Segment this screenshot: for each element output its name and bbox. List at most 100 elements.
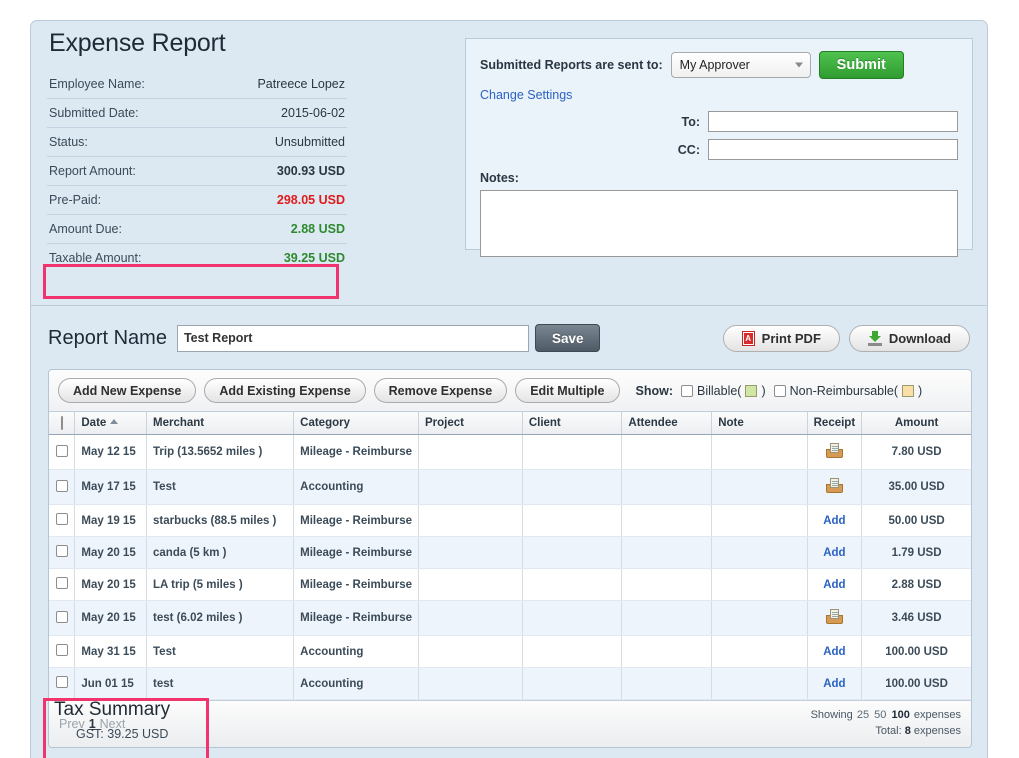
cell-receipt[interactable]	[807, 469, 863, 505]
row-checkbox[interactable]	[55, 577, 68, 589]
table-row[interactable]: May 20 15 test (6.02 miles ) Mileage - Rei…	[49, 600, 971, 636]
table-row[interactable]: Jun 01 15 test Accounting Add 100.00 USD	[49, 667, 971, 700]
showing-prefix: Showing	[810, 709, 853, 721]
cell-category: Mileage - Reimburse	[293, 434, 419, 470]
total-prefix: Total:	[875, 724, 902, 737]
cell-category: Mileage - Reimburse	[293, 536, 419, 569]
cell-receipt[interactable]: Add	[807, 536, 863, 569]
row-checkbox[interactable]	[55, 513, 68, 525]
report-name-input[interactable]	[176, 324, 529, 352]
receipt-icon[interactable]	[825, 443, 843, 458]
cell-merchant: Test	[146, 469, 295, 505]
cc-field-row: CC:	[480, 139, 958, 160]
row-select-cell[interactable]	[49, 600, 76, 636]
cell-receipt[interactable]: Add	[807, 635, 863, 668]
row-checkbox[interactable]	[55, 644, 68, 656]
non-reimbursable-checkbox[interactable]	[773, 384, 786, 397]
cell-project	[418, 600, 523, 636]
chevron-down-icon	[794, 62, 803, 68]
table-row[interactable]: May 12 15 Trip (13.5652 miles ) Mileage - …	[49, 434, 971, 470]
column-header-amount[interactable]: Amount	[861, 412, 971, 435]
cell-date: May 17 15	[74, 469, 148, 505]
per-page-100[interactable]: 100	[891, 709, 909, 721]
save-button[interactable]: Save	[534, 324, 601, 352]
pdf-icon	[741, 330, 755, 346]
add-receipt-link[interactable]: Add	[823, 547, 845, 559]
receipt-icon[interactable]	[825, 478, 843, 493]
cell-category: Accounting	[293, 635, 419, 668]
table-row[interactable]: May 20 15 LA trip (5 miles ) Mileage - Rei…	[49, 568, 971, 601]
add-receipt-link[interactable]: Add	[823, 678, 845, 690]
print-pdf-button[interactable]: Print PDF	[722, 324, 840, 352]
download-button[interactable]: Download	[848, 324, 970, 352]
billable-label: Billable(	[697, 383, 742, 398]
cell-date: May 20 15	[74, 600, 148, 636]
remove-expense-button[interactable]: Remove Expense	[373, 378, 508, 403]
add-existing-expense-button[interactable]: Add Existing Expense	[204, 378, 366, 403]
add-receipt-link[interactable]: Add	[823, 646, 845, 658]
row-checkbox[interactable]	[55, 610, 68, 623]
to-label: To:	[681, 114, 700, 129]
column-header-client[interactable]: Client	[522, 412, 623, 435]
column-header-note[interactable]: Note	[711, 412, 808, 435]
select-all-header[interactable]	[49, 412, 76, 435]
cell-client	[522, 536, 623, 569]
billable-checkbox[interactable]	[681, 384, 693, 397]
edit-multiple-button[interactable]: Edit Multiple	[515, 378, 620, 403]
notes-textarea[interactable]	[480, 190, 958, 257]
row-select-cell[interactable]	[49, 536, 76, 569]
cell-receipt[interactable]: Add	[807, 667, 863, 700]
cell-receipt[interactable]: Add	[807, 504, 863, 537]
cell-project	[418, 667, 523, 700]
column-header-attendee[interactable]: Attendee	[621, 412, 713, 435]
cell-note	[711, 469, 808, 505]
row-select-cell[interactable]	[49, 504, 76, 537]
add-receipt-link[interactable]: Add	[823, 579, 845, 591]
add-receipt-link[interactable]: Add	[823, 515, 845, 527]
tax-summary: Tax Summary GST: 39.25 USD	[48, 699, 308, 741]
cell-receipt[interactable]	[807, 600, 863, 636]
cell-merchant: test (6.02 miles )	[146, 600, 295, 636]
row-checkbox[interactable]	[55, 479, 68, 492]
summary-label: Employee Name:	[49, 77, 145, 91]
cell-category: Accounting	[293, 469, 419, 505]
column-header-date[interactable]: Date	[74, 412, 148, 435]
row-select-cell[interactable]	[49, 635, 76, 668]
to-input[interactable]	[708, 111, 958, 132]
column-header-category[interactable]: Category	[293, 412, 419, 435]
add-new-expense-button[interactable]: Add New Expense	[58, 378, 197, 403]
receipt-icon[interactable]	[825, 609, 843, 624]
change-settings-link[interactable]: Change Settings	[480, 88, 572, 102]
per-page-25[interactable]: 25	[857, 709, 869, 721]
row-checkbox[interactable]	[55, 545, 68, 557]
table-row[interactable]: May 20 15 canda (5 km ) Mileage - Reimburs…	[49, 536, 971, 569]
billable-filter[interactable]: Billable()	[681, 384, 766, 398]
column-header-receipt[interactable]: Receipt	[807, 412, 863, 435]
showing-info: Showing 25 50 100 expenses Total: 8 expe…	[811, 708, 961, 740]
non-reimbursable-filter[interactable]: Non-Reimbursable()	[773, 384, 922, 398]
cc-input[interactable]	[708, 139, 958, 160]
cell-date: May 12 15	[74, 434, 148, 470]
submit-button[interactable]: Submit	[818, 51, 904, 79]
summary-label: Report Amount:	[49, 164, 136, 178]
cell-receipt[interactable]: Add	[807, 568, 863, 601]
cell-attendee	[621, 434, 713, 470]
per-page-50[interactable]: 50	[874, 709, 886, 721]
column-header-project[interactable]: Project	[418, 412, 523, 435]
cell-project	[418, 635, 523, 668]
total-row: Total: 8 expenses	[811, 724, 961, 740]
row-checkbox[interactable]	[55, 676, 68, 688]
row-select-cell[interactable]	[49, 667, 76, 700]
row-select-cell[interactable]	[49, 568, 76, 601]
table-row[interactable]: May 19 15 starbucks (88.5 miles ) Mileage …	[49, 504, 971, 537]
table-row[interactable]: May 31 15 Test Accounting Add 100.00 USD	[49, 635, 971, 668]
cell-receipt[interactable]	[807, 434, 863, 470]
row-checkbox[interactable]	[55, 444, 68, 457]
column-header-merchant[interactable]: Merchant	[146, 412, 295, 435]
table-row[interactable]: May 17 15 Test Accounting 35.00 USD	[49, 469, 971, 505]
approver-select[interactable]: My Approver	[670, 52, 811, 78]
row-select-cell[interactable]	[49, 434, 76, 470]
row-select-cell[interactable]	[49, 469, 76, 505]
select-all-checkbox[interactable]	[60, 416, 63, 430]
report-summary: Expense Report Employee Name: Patreece L…	[47, 29, 347, 272]
